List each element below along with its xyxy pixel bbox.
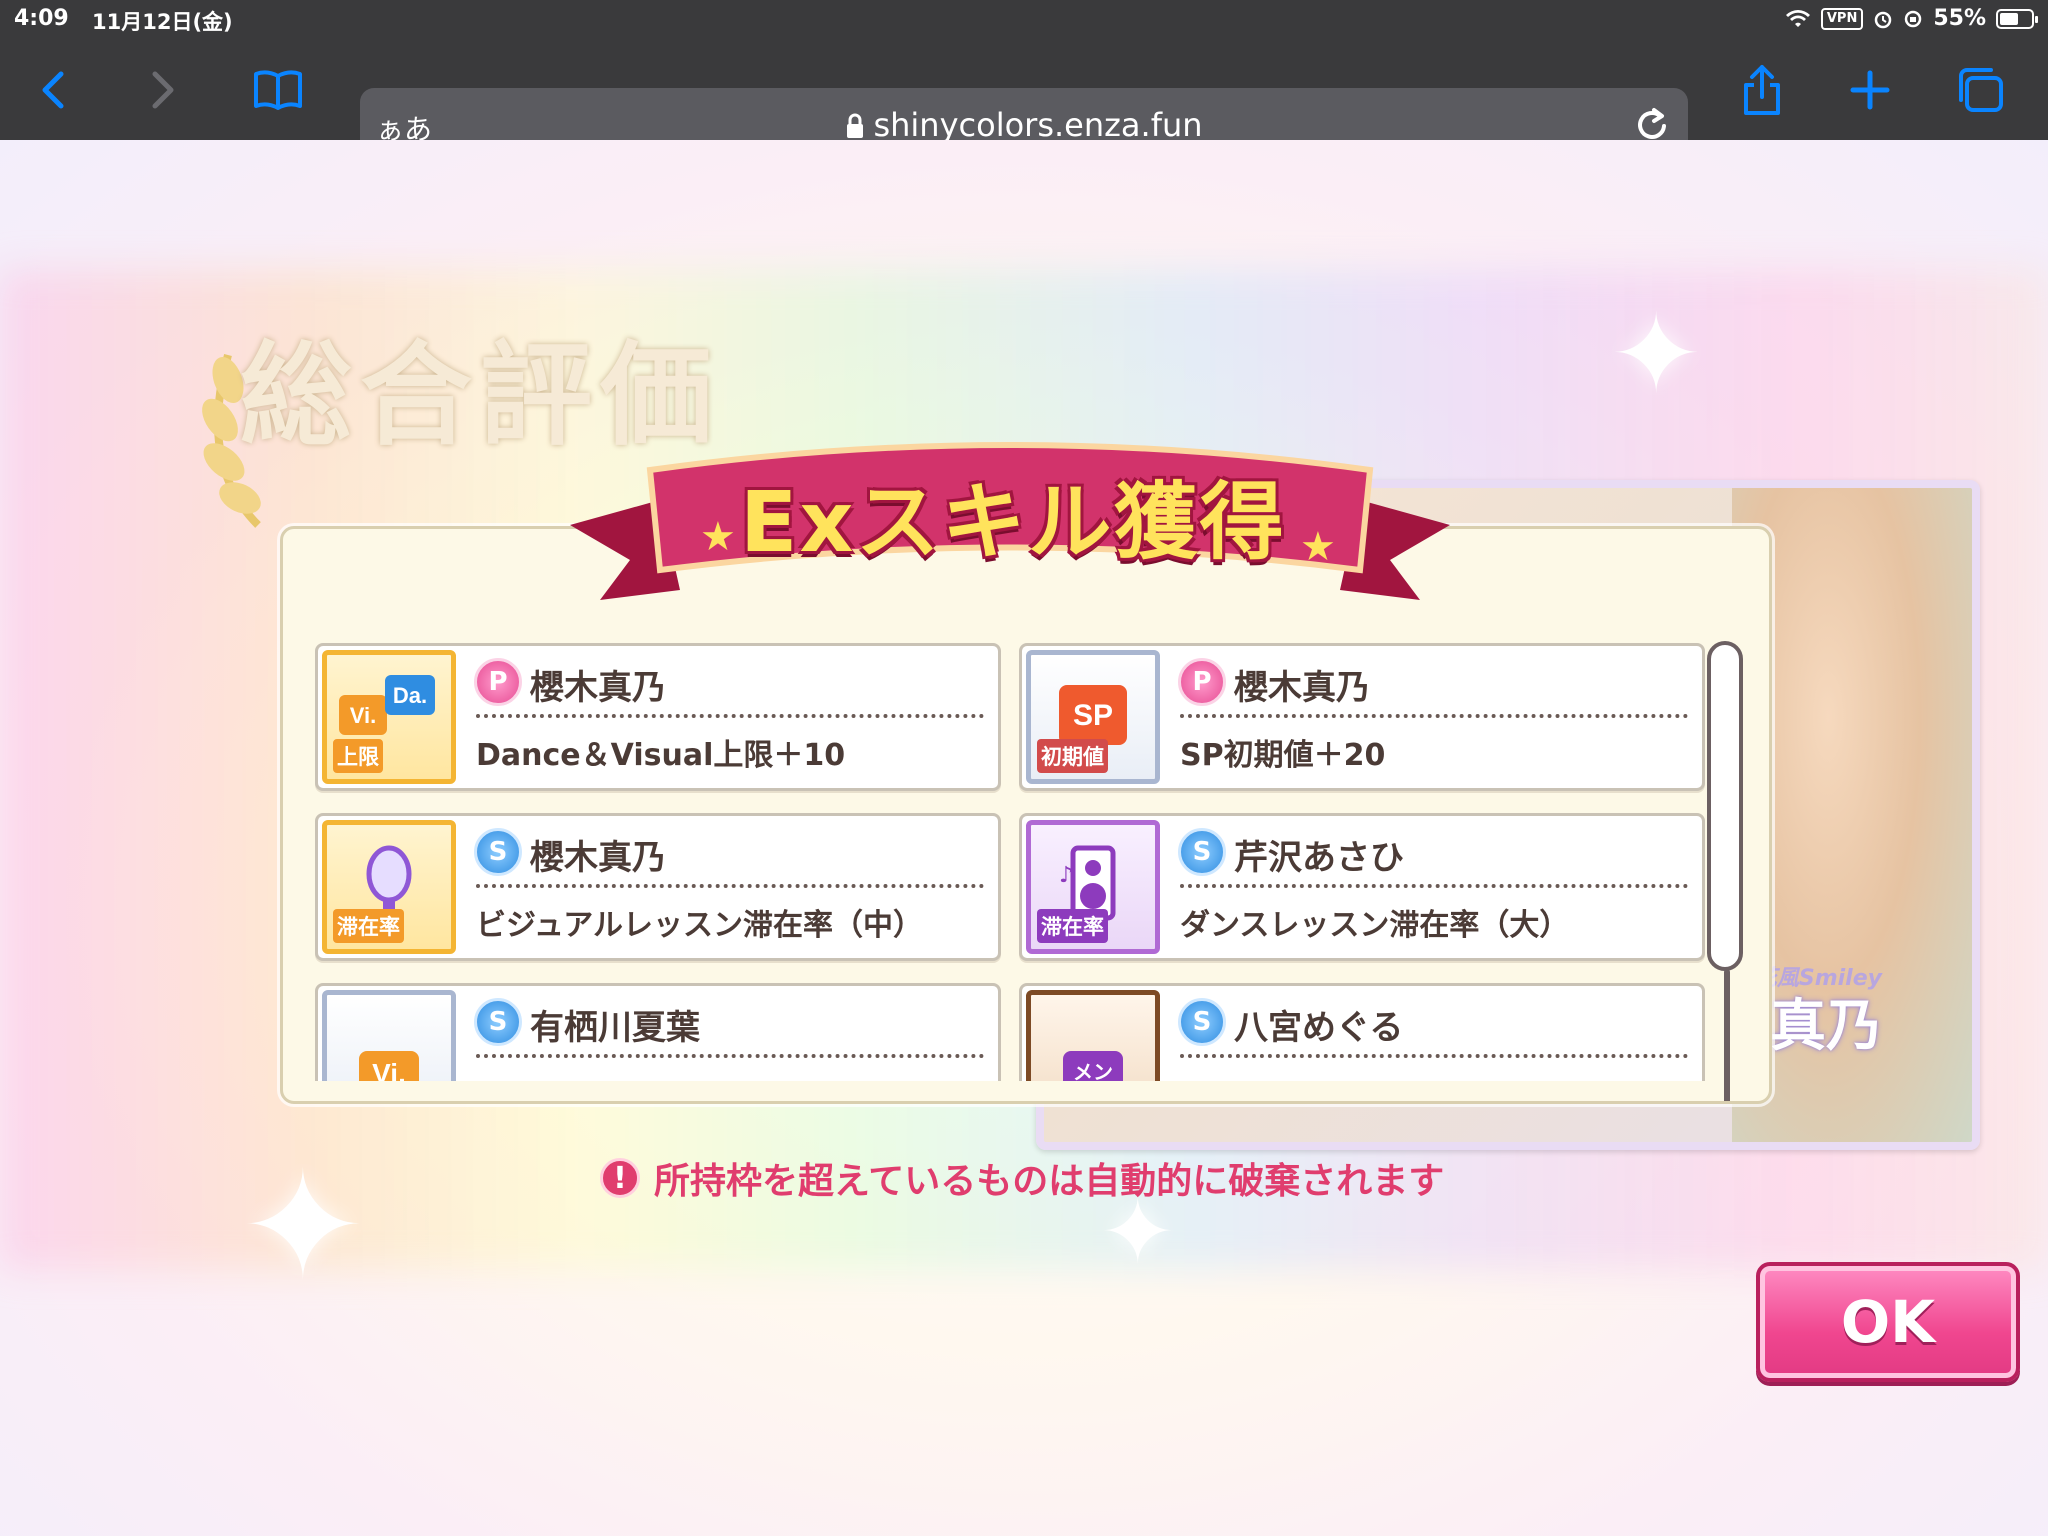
lock-icon: [847, 113, 864, 138]
icon-tag: 初期値: [1037, 739, 1108, 773]
share-icon[interactable]: [1732, 60, 1792, 120]
skill-list[interactable]: Vi. Da. 上限 P 櫻木真乃 Dance＆Visual上限＋10 SP 初…: [315, 643, 1743, 1081]
s-badge-icon: S: [474, 828, 522, 876]
idol-name: 櫻木真乃: [530, 668, 666, 708]
idol-name: 有栖川夏葉: [530, 1008, 700, 1048]
sp-icon-text: SP: [1073, 699, 1113, 732]
svg-text:★: ★: [1300, 524, 1336, 570]
add-tab-icon[interactable]: [1840, 60, 1900, 120]
bookmarks-icon[interactable]: [248, 60, 308, 120]
divider: [1180, 884, 1688, 888]
divider: [476, 714, 984, 718]
vpn-badge: VPN: [1820, 7, 1864, 30]
modal-title: Exスキル獲得: [740, 473, 1286, 571]
divider: [1180, 1054, 1688, 1058]
sparkle-icon: ✦: [240, 1140, 366, 1314]
skill-item[interactable]: 滞在率 S 櫻木真乃 ビジュアルレッスン滞在率（中）: [315, 813, 1001, 961]
status-right: VPN 55%: [1785, 6, 2038, 31]
scrollbar-track[interactable]: [1724, 969, 1730, 1101]
status-bar: 4:09 11月12日(金) VPN 55%: [0, 0, 2048, 40]
warning-text: 所持枠を超えているものは自動的に破棄されます: [654, 1161, 1445, 1202]
sparkle-icon: ✦: [1610, 290, 1703, 418]
scrollbar-thumb[interactable]: [1707, 641, 1743, 971]
svg-text:メン: メン: [1073, 1060, 1113, 1081]
url-display[interactable]: shinycolors.enza.fun: [360, 106, 1688, 144]
s-badge-icon: S: [474, 998, 522, 1046]
orientation-lock-icon: [1905, 10, 1922, 27]
svg-text:Vi.: Vi.: [350, 703, 377, 728]
svg-text:Da.: Da.: [393, 683, 427, 708]
battery-percent: 55%: [1933, 6, 1986, 31]
s-badge-icon: S: [1178, 828, 1226, 876]
divider: [476, 1054, 984, 1058]
visual-icon: Vi.: [322, 990, 456, 1081]
skill-item[interactable]: SP 初期値 P 櫻木真乃 SP初期値＋20: [1019, 643, 1705, 791]
alarm-icon: [1875, 11, 1892, 28]
tabs-icon[interactable]: [1950, 60, 2010, 120]
browser-toolbar: ぁあ shinycolors.enza.fun: [0, 40, 2048, 160]
svg-text:Vi.: Vi.: [372, 1058, 406, 1081]
icon-tag: 滞在率: [1037, 909, 1108, 943]
sp-initial-icon: SP 初期値: [1026, 650, 1160, 784]
forward-icon[interactable]: [132, 60, 192, 120]
idol-name: 櫻木真乃: [1234, 668, 1370, 708]
card-idol-name: 真乃: [1770, 994, 1882, 1059]
exclamation-icon: !: [600, 1158, 640, 1198]
skill-item[interactable]: ♪ 滞在率 S 芹沢あさひ ダンスレッスン滞在率（大）: [1019, 813, 1705, 961]
skill-item[interactable]: Vi. Da. 上限 P 櫻木真乃 Dance＆Visual上限＋10: [315, 643, 1001, 791]
reload-icon[interactable]: [1634, 104, 1672, 144]
dance-visual-limit-icon: Vi. Da. 上限: [322, 650, 456, 784]
divider: [476, 884, 984, 888]
skill-desc: ビジュアルレッスン滞在率（中）: [476, 908, 923, 943]
mirror-icon: 滞在率: [322, 820, 456, 954]
idol-name: 芹沢あさひ: [1234, 838, 1404, 878]
svg-text:★: ★: [700, 514, 736, 560]
svg-text:♪: ♪: [1059, 863, 1073, 888]
url-text: shinycolors.enza.fun: [873, 106, 1203, 144]
idol-name: 八宮めぐる: [1234, 1008, 1404, 1048]
skill-item[interactable]: Vi. S 有栖川夏葉: [315, 983, 1001, 1081]
speaker-icon: ♪ 滞在率: [1026, 820, 1160, 954]
back-icon[interactable]: [24, 60, 84, 120]
ok-button[interactable]: OK: [1756, 1262, 2020, 1382]
skill-desc: ダンスレッスン滞在率（大）: [1180, 908, 1570, 943]
mental-icon: メン: [1026, 990, 1160, 1081]
p-badge-icon: P: [1178, 658, 1226, 706]
p-badge-icon: P: [474, 658, 522, 706]
skill-desc: Dance＆Visual上限＋10: [476, 738, 846, 773]
wifi-icon: [1785, 9, 1810, 27]
idol-name: 櫻木真乃: [530, 838, 666, 878]
skill-desc: SP初期値＋20: [1180, 738, 1386, 773]
status-date: 11月12日(金): [92, 10, 233, 34]
discard-warning: ! 所持枠を超えているものは自動的に破棄されます: [600, 1152, 1444, 1204]
s-badge-icon: S: [1178, 998, 1226, 1046]
icon-tag: 滞在率: [333, 909, 404, 943]
battery-icon: [1996, 8, 2038, 29]
skill-item[interactable]: メン S 八宮めぐる: [1019, 983, 1705, 1081]
status-time: 4:09: [14, 6, 69, 31]
icon-tag: 上限: [333, 739, 383, 773]
divider: [1180, 714, 1688, 718]
